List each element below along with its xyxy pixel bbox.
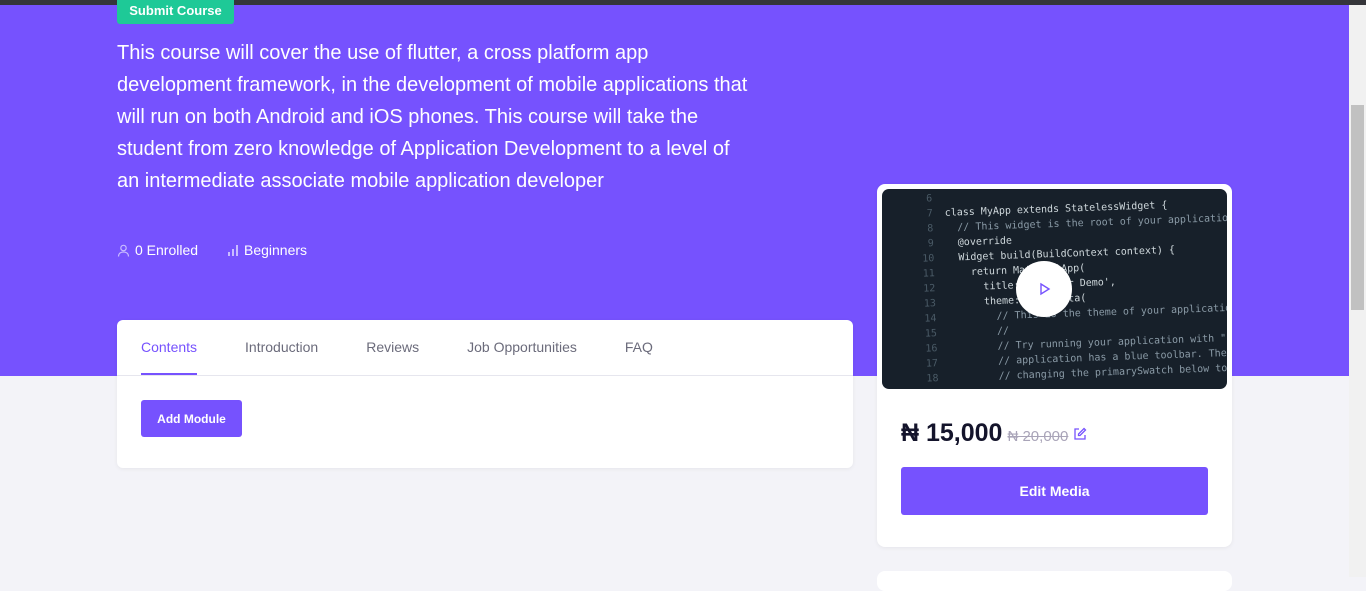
price-row: ₦ 15,000 ₦ 20,000: [901, 419, 1087, 448]
edit-media-button[interactable]: Edit Media: [901, 467, 1208, 515]
add-module-button[interactable]: Add Module: [141, 400, 242, 437]
video-thumbnail[interactable]: 67class MyApp extends StatelessWidget {8…: [882, 189, 1227, 389]
signal-bars-icon: [227, 244, 239, 256]
user-icon: [117, 244, 130, 257]
course-contents-card: Contents Introduction Reviews Job Opport…: [117, 320, 853, 468]
tab-reviews[interactable]: Reviews: [366, 320, 419, 375]
line-number: 13: [886, 296, 936, 313]
tab-contents[interactable]: Contents: [141, 320, 197, 375]
line-number: 9: [884, 236, 934, 253]
edit-icon[interactable]: [1073, 427, 1087, 441]
old-price: ₦ 20,000: [1007, 428, 1068, 445]
course-level: Beginners: [227, 242, 307, 258]
enrolled-label: 0 Enrolled: [135, 242, 198, 258]
code-text: //: [949, 326, 1010, 339]
tab-introduction[interactable]: Introduction: [245, 320, 318, 375]
scrollbar[interactable]: [1349, 5, 1366, 577]
submit-course-button[interactable]: Submit Course: [117, 0, 234, 24]
play-button[interactable]: [1016, 261, 1072, 317]
line-number: 18: [888, 371, 938, 388]
line-number: 8: [883, 221, 933, 238]
level-label: Beginners: [244, 242, 307, 258]
line-number: 17: [888, 356, 938, 373]
course-description: This course will cover the use of flutte…: [117, 37, 757, 197]
line-number: 6: [882, 191, 932, 208]
secondary-card: [877, 571, 1232, 591]
tab-job-opportunities[interactable]: Job Opportunities: [467, 320, 577, 375]
line-number: 10: [884, 251, 934, 268]
code-text: @override: [946, 235, 1013, 248]
course-media-card: 67class MyApp extends StatelessWidget {8…: [877, 184, 1232, 547]
line-number: 15: [887, 326, 937, 343]
current-price: ₦ 15,000: [901, 419, 1002, 448]
play-icon: [1037, 282, 1051, 296]
scrollbar-thumb[interactable]: [1351, 105, 1364, 310]
tab-bar: Contents Introduction Reviews Job Opport…: [117, 320, 853, 376]
line-number: 16: [887, 341, 937, 358]
enrolled-count: 0 Enrolled: [117, 242, 198, 258]
line-number: 11: [885, 266, 935, 283]
tab-faq[interactable]: FAQ: [625, 320, 653, 375]
